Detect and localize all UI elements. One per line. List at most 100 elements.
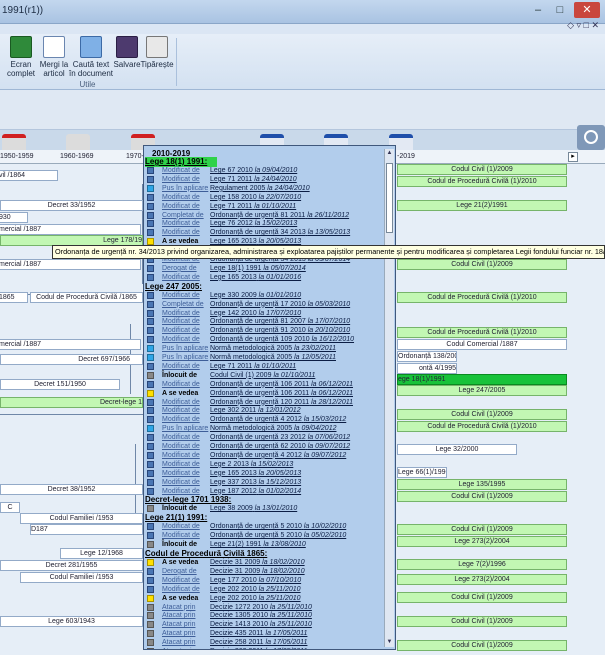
- relation-document-name[interactable]: Lege 2 2013: [210, 461, 249, 468]
- relation-document-name[interactable]: Ordonanță de urgență 5 2010: [210, 532, 302, 539]
- relation-document-link[interactable]: Decizie 262 2011 la 17/05/2011: [210, 647, 307, 649]
- document-bar[interactable]: Codul de Procedură Civilă (1)/2010: [397, 176, 567, 187]
- relation-document-name[interactable]: Lege 165 2013: [210, 274, 257, 281]
- document-bar[interactable]: Codul Civil (1)/2009: [397, 491, 567, 502]
- relation-document-name[interactable]: Ordonanță de urgență 17 2010: [210, 301, 306, 308]
- document-bar[interactable]: Lege 247/2005: [397, 385, 567, 396]
- document-bar[interactable]: vil /1864: [0, 170, 58, 181]
- relation-document-name[interactable]: Normă metodologică 2005: [210, 345, 292, 352]
- save-button[interactable]: Salvare: [113, 36, 141, 69]
- relation-document-name[interactable]: Lege 337 2013: [210, 479, 257, 486]
- goto-article-button[interactable]: Mergi la articol: [38, 36, 70, 78]
- relation-document-name[interactable]: Lege 165 2013: [210, 470, 257, 477]
- relation-document-name[interactable]: Lege 158 2010: [210, 194, 257, 201]
- relation-document-name[interactable]: Lege 76 2012: [210, 220, 253, 227]
- document-bar[interactable]: Lege 7(2)/1996: [397, 559, 567, 570]
- zoom-button[interactable]: [577, 125, 605, 150]
- relations-popup[interactable]: 2010-2019 Lege 18(1) 1991: Modificat de Le…: [143, 145, 396, 650]
- document-bar[interactable]: Lege 603/1943: [0, 616, 143, 627]
- scroll-right-arrow[interactable]: ▸: [568, 152, 578, 162]
- document-bar[interactable]: Decret 38/1952: [0, 484, 143, 495]
- timeline-marker[interactable]: [2, 134, 26, 150]
- document-bar[interactable]: Decret 281/1955: [0, 560, 143, 571]
- document-bar[interactable]: 1865: [0, 292, 28, 303]
- relation-document-name[interactable]: Codul Civil (1) 2009: [210, 372, 271, 379]
- document-bar[interactable]: Lege 135/1995: [397, 479, 567, 490]
- relation-document-name[interactable]: Lege 71 2011: [210, 203, 252, 210]
- relation-document-name[interactable]: Lege 202 2010: [210, 586, 257, 593]
- document-bar[interactable]: Codul Civil (1)/2009: [397, 616, 567, 627]
- document-bar[interactable]: 930: [0, 212, 28, 223]
- relation-document-name[interactable]: Lege 18(1) 1991: [210, 265, 261, 272]
- scroll-thumb[interactable]: [386, 163, 393, 233]
- document-bar[interactable]: Codul de Procedură Civilă (1)/2010: [397, 327, 567, 338]
- relation-document-name[interactable]: Ordonanță de urgență 109 2010: [210, 336, 310, 343]
- relation-document-name[interactable]: Ordonanță de urgență 81 2007: [210, 318, 306, 325]
- document-bar[interactable]: Decret 33/1952: [0, 200, 143, 211]
- document-bar[interactable]: C: [0, 502, 20, 513]
- relation-document-name[interactable]: Decizie 31 2009: [210, 559, 260, 566]
- timeline-marker[interactable]: [66, 134, 90, 150]
- relation-document-name[interactable]: Ordonanță de urgență 106 2011: [210, 390, 309, 397]
- document-bar[interactable]: Decret 151/1950: [0, 379, 120, 390]
- document-bar[interactable]: mercial /1887: [0, 339, 141, 350]
- relation-document-name[interactable]: Lege 142 2010: [210, 310, 257, 317]
- document-bar[interactable]: mercial /1887: [0, 224, 141, 235]
- relation-document-name[interactable]: Lege 21(2) 1991: [210, 541, 261, 548]
- document-bar[interactable]: Decret 697/1966: [0, 354, 143, 365]
- document-bar[interactable]: Codul Comercial /1887: [397, 339, 567, 350]
- relation-document-name[interactable]: Lege 177 2010: [210, 577, 257, 584]
- relation-document-name[interactable]: Lege 71 2011: [210, 363, 252, 370]
- document-bar[interactable]: ege 18(1)/1991: [397, 374, 567, 385]
- relation-document-name[interactable]: Ordonanță de urgență 62 2010: [210, 443, 306, 450]
- relation-document-name[interactable]: Ordonanță de urgență 34 2013: [210, 229, 306, 236]
- document-bar[interactable]: Decret-lege 1: [0, 397, 143, 408]
- relation-document-name[interactable]: Decizie 262 2011: [210, 648, 264, 649]
- document-bar[interactable]: mercial /1887: [0, 259, 141, 270]
- document-bar[interactable]: Ordonanță 138/2000: [397, 351, 457, 362]
- relation-document-name[interactable]: Ordonanță de urgență 4 2012: [210, 452, 302, 459]
- document-bar[interactable]: Codul Civil (1)/2009: [397, 524, 567, 535]
- document-bar[interactable]: Codul de Procedură Civilă (1)/2010: [397, 421, 567, 432]
- document-bar[interactable]: D187: [30, 524, 143, 535]
- popup-relation-row[interactable]: Atacat prin Decizie 262 2011 la 17/05/201…: [147, 647, 387, 649]
- relation-document-name[interactable]: Ordonanță de urgență 4 2012: [210, 416, 302, 423]
- maximize-button[interactable]: □: [550, 2, 570, 18]
- relation-document-name[interactable]: Lege 202 2010: [210, 595, 257, 602]
- document-bar[interactable]: Codul Civil (1)/2009: [397, 259, 567, 270]
- popup-scrollbar[interactable]: ▲ ▼: [384, 149, 394, 647]
- fullscreen-button[interactable]: Ecran complet: [4, 36, 38, 78]
- minimize-button[interactable]: –: [528, 2, 548, 18]
- document-bar[interactable]: Lege 273(2)/2004: [397, 574, 567, 585]
- relation-document-name[interactable]: Ordonanță de urgență 106 2011: [210, 381, 309, 388]
- relation-document-name[interactable]: Decizie 258 2011: [210, 639, 264, 646]
- document-bar[interactable]: Codul de Procedură Civilă (1)/2010: [397, 292, 567, 303]
- relation-document-name[interactable]: Ordonanță de urgență 5 2010: [210, 523, 302, 530]
- relation-document-name[interactable]: Lege 38 2009: [210, 505, 253, 512]
- relation-document-name[interactable]: Lege 71 2011: [210, 176, 252, 183]
- document-bar[interactable]: Lege 12/1968: [60, 548, 143, 559]
- relation-document-name[interactable]: Ordonanță de urgență 120 2011: [210, 399, 309, 406]
- relation-document-name[interactable]: Decizie 31 2009: [210, 568, 260, 575]
- relation-document-name[interactable]: Regulament 2005: [210, 185, 265, 192]
- print-button[interactable]: Tipărește: [140, 36, 174, 69]
- document-bar[interactable]: Codul Familiei /1953: [20, 513, 143, 524]
- scroll-down-arrow[interactable]: ▼: [385, 638, 394, 647]
- document-bar[interactable]: Lege 32/2000: [397, 444, 517, 455]
- relation-document-name[interactable]: Decizie 1413 2010: [210, 621, 268, 628]
- relation-document-name[interactable]: Decizie 1272 2010: [210, 604, 268, 611]
- relation-document-name[interactable]: Normă metodologică 2005: [210, 354, 292, 361]
- document-bar[interactable]: Codul Civil (1)/2009: [397, 164, 567, 175]
- close-button[interactable]: ✕: [574, 2, 600, 18]
- document-bar[interactable]: Lege 21(2)/1991: [397, 200, 567, 211]
- document-bar[interactable]: Codul Civil (1)/2009: [397, 640, 567, 651]
- document-bar[interactable]: Lege 273(2)/2004: [397, 536, 567, 547]
- document-bar[interactable]: Codul Civil (1)/2009: [397, 592, 567, 603]
- relation-document-name[interactable]: Lege 302 2011: [210, 407, 256, 414]
- scroll-up-arrow[interactable]: ▲: [385, 149, 394, 158]
- relation-document-name[interactable]: Decizie 435 2011: [210, 630, 264, 637]
- relation-document-name[interactable]: Lege 187 2012: [210, 488, 257, 495]
- relation-document-name[interactable]: Lege 330 2009: [210, 292, 257, 299]
- relation-document-name[interactable]: Normă metodologică 2005: [210, 425, 292, 432]
- relation-document-name[interactable]: Ordonanță de urgență 91 2010: [210, 327, 306, 334]
